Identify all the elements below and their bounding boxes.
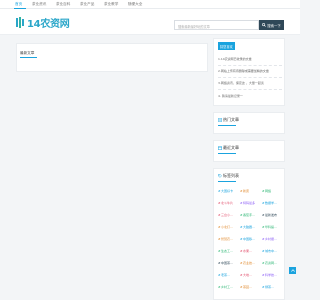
nav-item-teaching[interactable]: 茶业教学 [104,2,118,7]
tag-link[interactable]: #大地… [240,273,260,277]
search-button[interactable]: 搜索一下 [259,20,284,30]
nav-item-products[interactable]: 茶业产品 [80,2,94,7]
recent-articles-title: 最近文章 [223,145,239,150]
latest-articles-panel: 最新文章 [16,43,208,72]
tag-link[interactable]: #特码最多 [240,201,260,205]
recommend-item[interactable]: 4. 猜请最新记录一 [218,94,243,98]
tags-title: 标签列表 [223,173,239,178]
search-icon [262,23,267,27]
hot-articles-panel: 热门文章 [213,112,285,134]
hot-articles-title: 热门文章 [223,117,239,122]
recent-articles-header: 最近文章 [218,145,239,151]
tags-panel: 标签列表 #大国好卡 #新唐 #网络 #北斗牛片 #特码最多 #数据学… #三台小… #番茄手… [213,168,285,300]
tag-link[interactable]: #老茶… [218,273,238,277]
tag-label: 智慧农… [221,237,234,241]
tag-link[interactable]: #水果… [240,249,260,253]
hot-articles-header: 热门文章 [218,117,239,123]
recommend-item[interactable]: 3.网络资讯，保定这 ，大量一起谈 [218,81,264,85]
tag-link[interactable]: #乡村工… [218,285,238,289]
tag-label: 农业技… [243,261,256,265]
tag-label: 中国茶… [221,261,234,265]
recommend-item[interactable]: 1.14农资网已收录的文章 [218,57,252,61]
tag-label: 数据学… [265,201,278,205]
tag-link[interactable]: #数据学… [262,201,282,205]
tag-link[interactable]: #绿茶… [262,285,282,289]
divider [218,89,282,90]
tag-link[interactable]: #农业技… [240,261,260,265]
tag-link[interactable]: #生态工… [218,249,238,253]
tag-label: 农资网… [265,261,278,265]
nav-item-home[interactable]: 首页 [15,2,22,7]
tag-label: 番茄手… [243,213,256,217]
tag-link[interactable]: #农资网… [262,261,282,265]
tag-label: 网络 [265,189,272,193]
tag-label: 乡村振… [265,237,278,241]
tag-link[interactable]: #智慧农… [218,237,238,241]
tag-link[interactable]: #华科提… [262,225,282,229]
recent-articles-panel: 最近文章 [213,140,285,162]
tag-link[interactable]: #最新发布 [262,213,282,217]
tag-link[interactable]: #北斗牛片 [218,201,238,205]
tag-link[interactable]: #科学技… [262,273,282,277]
tag-label: 新唐 [243,189,250,193]
tag-link[interactable]: #中国移… [240,237,260,241]
tag-icon [218,174,222,178]
tag-label: 茶园… [243,285,253,289]
tag-label: 水果… [243,249,253,253]
tag-link[interactable]: #中国茶… [218,261,238,265]
tag-link[interactable]: #乡村振… [262,237,282,241]
tag-label: 生态工… [221,249,234,253]
tag-label: 老茶… [221,273,231,277]
tag-label: 中国移… [243,237,256,241]
divider [218,65,282,66]
divider [218,77,282,78]
tag-link[interactable]: #三台小… [218,213,238,217]
logo-icon [16,16,25,28]
recent-title-underline [218,153,236,154]
tag-link[interactable]: #大脑器… [240,225,260,229]
tag-label: 三台小… [221,213,234,217]
latest-title-underline [20,57,37,58]
top-nav: 首页 茶业资讯 茶业百科 茶业产品 茶业教学 随便大全 [0,0,300,9]
hot-title-underline [218,125,236,126]
tag-link[interactable]: #新唐 [240,189,260,193]
recommend-item[interactable]: 2.网站上传有待删除或需要加精的文章 [218,69,269,73]
tag-link[interactable]: #番茄手… [240,213,260,217]
tag-label: 大地… [243,273,253,277]
site-logo[interactable]: 14农资网 [16,15,70,30]
tag-label: 科学技… [265,273,278,277]
back-to-top-button[interactable] [289,267,296,274]
nav-item-wiki[interactable]: 茶业百科 [56,2,70,7]
document-icon [218,118,222,122]
tag-link[interactable]: #茶园… [240,285,260,289]
tag-label: 大脑器… [243,225,256,229]
tags-title-underline [218,181,236,182]
tags-header: 标签列表 [218,173,239,179]
nav-item-misc[interactable]: 随便大全 [128,2,142,7]
search-button-label: 搜索一下 [267,23,281,28]
tag-label: 绿茶… [265,285,275,289]
calendar-icon [218,146,222,150]
tag-label: 最新发布 [265,213,278,217]
logo-text: 14农资网 [27,18,70,30]
latest-articles-title: 最新文章 [20,51,35,55]
tag-label: 特码最多 [243,201,256,205]
tag-label: 大国好卡 [221,189,234,193]
header: 14农资网 搜索最新最好玩的文章 搜索一下 [0,9,300,35]
tag-label: 城市中… [265,249,278,253]
tag-label: 华科提… [265,225,278,229]
recommend-title: 猜您喜欢 [218,42,235,50]
search-bar: 搜索最新最好玩的文章 搜索一下 [174,20,284,30]
tag-label: 北斗牛片 [221,201,234,205]
recommend-panel: 猜您喜欢 1.14农资网已收录的文章 2.网站上传有待删除或需要加精的文章 3.… [213,38,285,106]
tag-link[interactable]: #城市中… [262,249,282,253]
tag-label: 乡村工… [221,285,234,289]
tag-label: 小北打… [221,225,234,229]
chevron-up-icon [290,269,295,272]
search-input[interactable]: 搜索最新最好玩的文章 [174,20,259,30]
nav-item-news[interactable]: 茶业资讯 [32,2,46,7]
tag-link[interactable]: #小北打… [218,225,238,229]
tag-link[interactable]: #网络 [262,189,282,193]
tag-link[interactable]: #大国好卡 [218,189,238,193]
